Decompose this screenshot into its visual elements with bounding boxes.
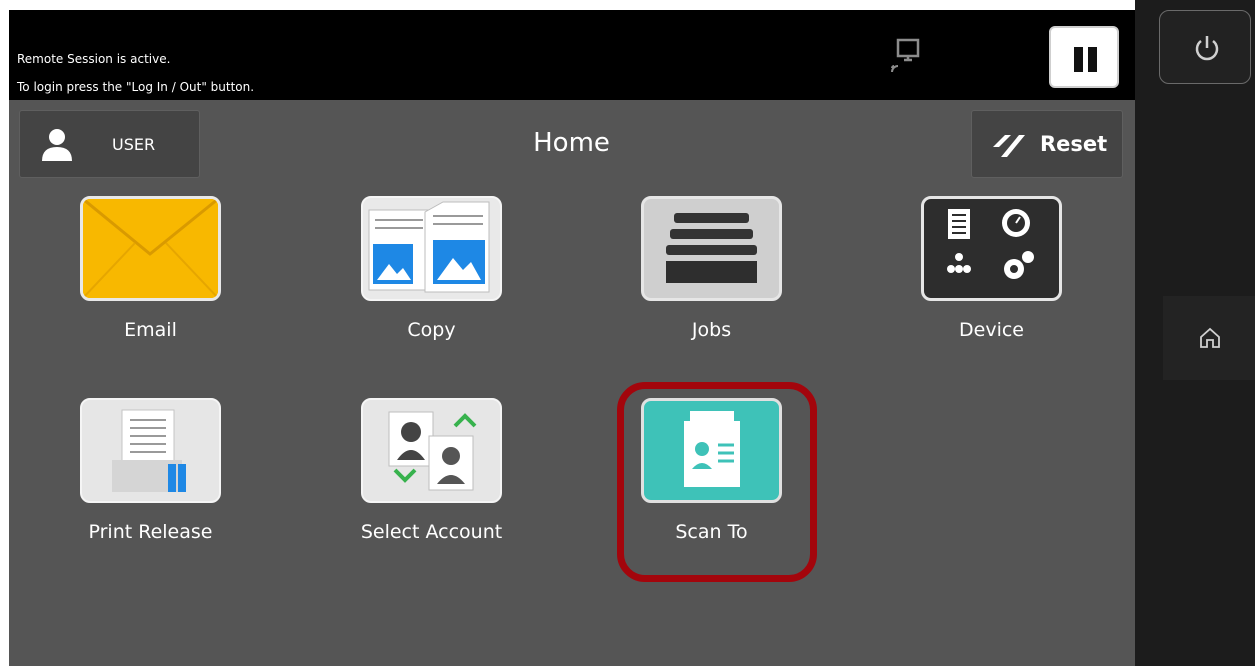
- page-title: Home: [533, 128, 610, 158]
- status-message-line-2: To login press the "Log In / Out" button…: [17, 80, 255, 94]
- user-button[interactable]: USER: [19, 110, 200, 178]
- status-message-line-1: Remote Session is active.: [17, 52, 171, 66]
- app-label-jobs: Jobs: [691, 319, 732, 341]
- status-bar: Remote Session is active. To login press…: [9, 10, 1135, 100]
- highlight-ring: [617, 382, 817, 582]
- reset-button[interactable]: Reset: [971, 110, 1123, 178]
- app-tile-select-account[interactable]: Select Account: [319, 398, 519, 548]
- print-release-icon: [80, 398, 221, 503]
- home-icon: [1200, 327, 1220, 348]
- user-icon: [42, 129, 72, 161]
- printer-panel: Remote Session is active. To login press…: [9, 10, 1135, 666]
- pause-button[interactable]: [1049, 26, 1119, 88]
- app-label-email: Email: [124, 319, 177, 341]
- side-strip: [1135, 0, 1255, 666]
- app-label-print-release: Print Release: [88, 521, 213, 543]
- device-icon: [921, 196, 1062, 301]
- home-button[interactable]: [1163, 296, 1255, 380]
- reset-slash-icon: [993, 135, 1025, 157]
- app-label-device: Device: [959, 319, 1024, 341]
- power-icon: [1195, 36, 1219, 61]
- power-button[interactable]: [1159, 10, 1251, 84]
- app-tile-jobs[interactable]: Jobs: [599, 196, 799, 346]
- app-label-copy: Copy: [407, 319, 456, 341]
- pause-icon: [1074, 47, 1083, 72]
- app-tile-print-release[interactable]: Print Release: [38, 398, 238, 548]
- app-label-select-account: Select Account: [360, 521, 503, 543]
- app-tile-copy[interactable]: Copy: [319, 196, 519, 346]
- remote-cast-icon: [891, 38, 920, 73]
- copy-icon: [361, 196, 502, 301]
- app-tile-device[interactable]: Device: [879, 196, 1079, 346]
- select-account-icon: [361, 398, 502, 503]
- email-envelope-icon: [80, 196, 221, 301]
- app-tile-email[interactable]: Email: [38, 196, 238, 346]
- user-button-label: USER: [112, 135, 156, 154]
- jobs-drawer-icon: [641, 196, 782, 301]
- reset-button-label: Reset: [1040, 132, 1108, 156]
